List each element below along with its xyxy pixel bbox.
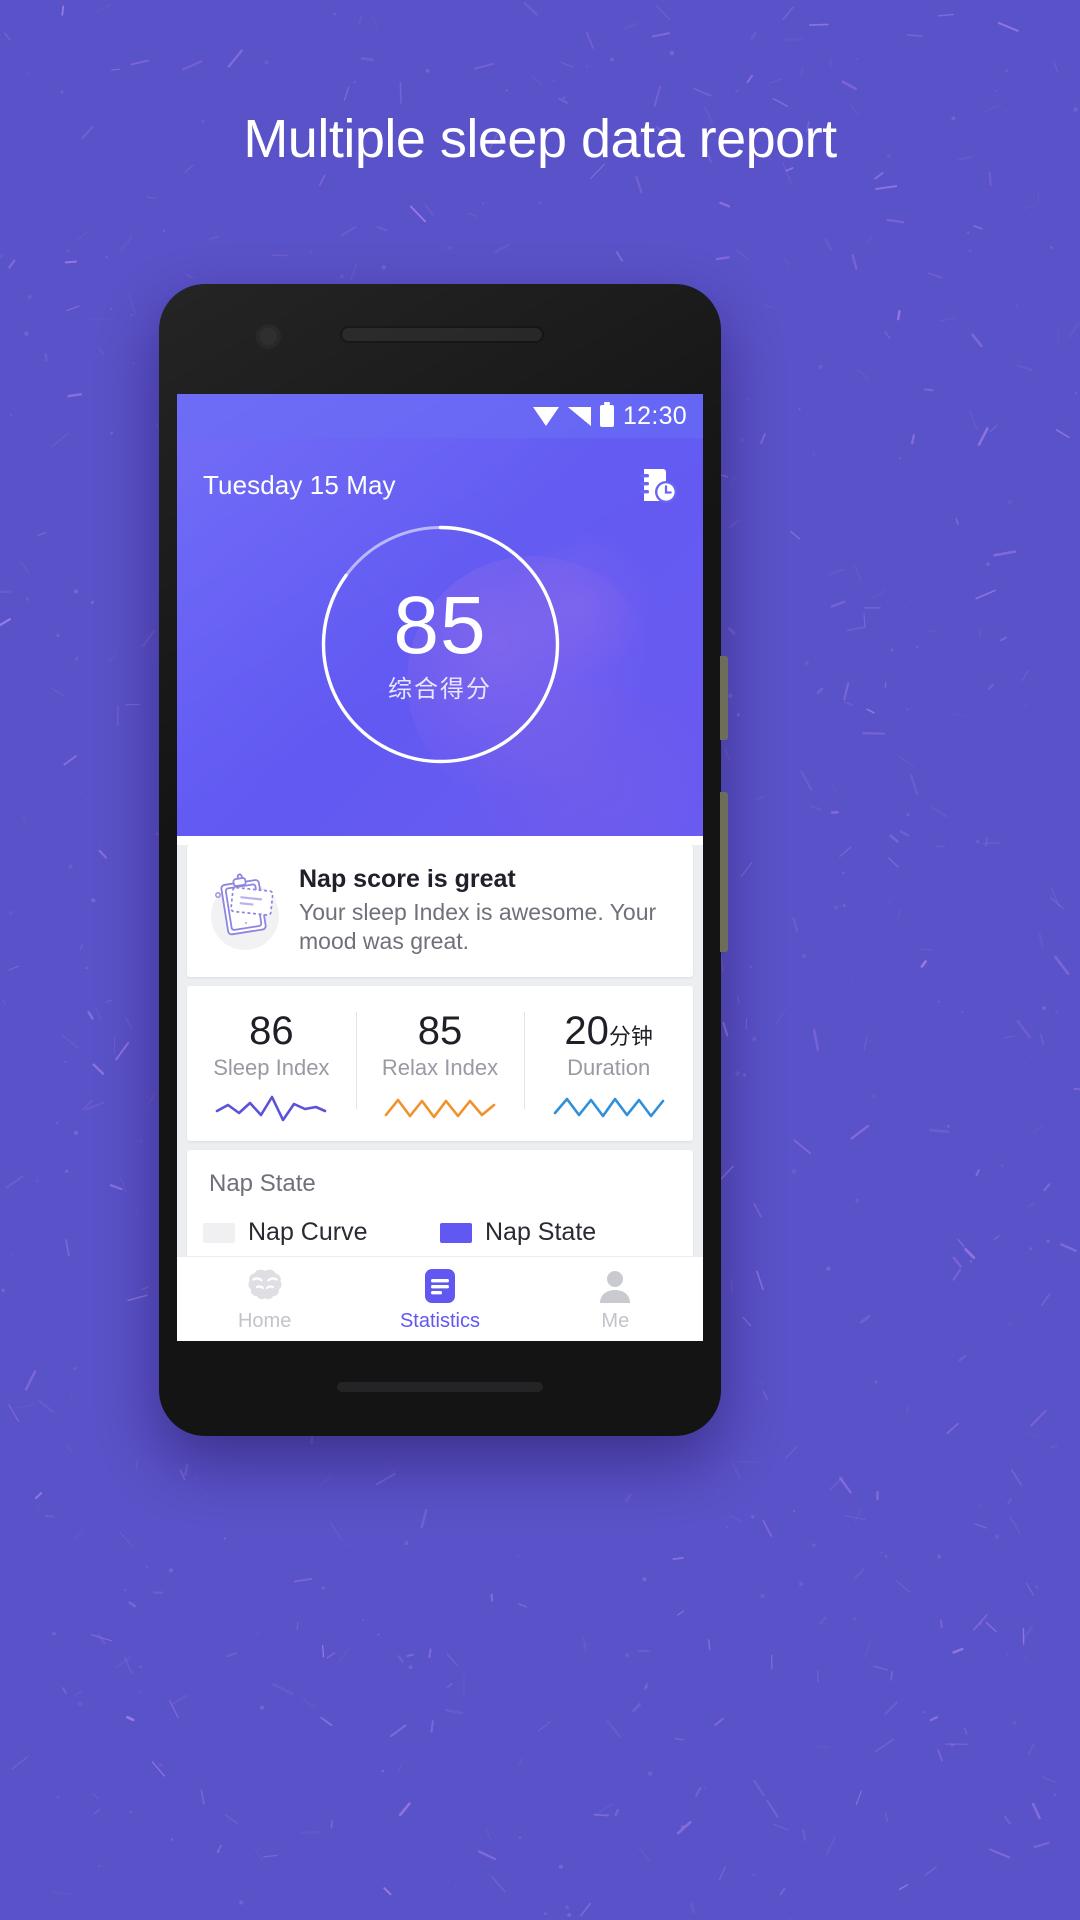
stat-sleep-index[interactable]: 86 Sleep Index [187,1010,356,1125]
nav-item-home[interactable]: Home [177,1257,352,1341]
stats-card: 86 Sleep Index 85 Relax Index 20分钟 Durat… [187,986,693,1142]
current-date: Tuesday 15 May [203,469,396,500]
stat-value: 85 [417,1009,463,1054]
volume-button[interactable] [720,656,728,740]
phone-device: 12:30 Tuesday 15 May 85 综合得分 Nap score i… [159,284,728,1436]
phone-screen: 12:30 Tuesday 15 May 85 综合得分 Nap score i… [177,394,703,1341]
front-camera [260,328,277,345]
promo-headline: Multiple sleep data report [243,109,837,169]
legend-item-nap-curve[interactable]: Nap Curve [203,1218,440,1247]
nav-item-statistics[interactable]: Statistics [352,1257,527,1341]
stat-relax-index[interactable]: 85 Relax Index [355,1009,525,1125]
legend-label: Nap Curve [248,1218,368,1247]
nav-item-me[interactable]: Me [528,1257,703,1341]
stat-value: 86 [249,1009,294,1054]
nav-label: Home [237,1309,292,1332]
power-button[interactable] [720,792,728,952]
relax-index-sparkline [384,1098,496,1119]
report-history-icon[interactable] [639,466,677,504]
battery-icon [599,402,614,427]
stat-label: Relax Index [381,1055,499,1081]
status-bar-time: 12:30 [622,401,687,430]
score-label: 综合得分 [388,675,492,703]
score-ring: 85 综合得分 [318,522,563,767]
nap-state-card: Nap State Nap Curve Nap State [187,1150,693,1270]
cards-container: Nap score is great Your sleep Index is a… [177,845,703,1270]
nap-card-title: Nap score is great [299,865,516,893]
sleep-index-sparkline [216,1095,327,1122]
stat-label: Duration [567,1055,651,1081]
stat-duration[interactable]: 20分钟 Duration [524,1010,693,1125]
document-icon [424,1268,455,1303]
nap-card-body: Your sleep Index is awesome. Your mood w… [299,899,657,954]
signal-icon [567,406,591,426]
clipboard-icon [205,870,285,951]
earpiece-speaker [340,326,544,343]
person-icon [600,1270,631,1303]
nav-label: Me [601,1309,630,1332]
legend-swatch [203,1222,235,1243]
bottom-speaker [337,1382,543,1392]
hero-header: Tuesday 15 May [177,438,703,504]
duration-sparkline [553,1097,664,1118]
stat-value: 20分钟 [564,1009,653,1054]
bottom-navigation: Home Statistics Me [177,1256,703,1341]
score-value: 85 [393,580,487,671]
stat-label: Sleep Index [213,1055,330,1081]
nav-label: Statistics [399,1309,480,1332]
nap-state-title: Nap State [209,1170,316,1198]
brain-icon [248,1269,282,1299]
status-bar: 12:30 [177,394,703,438]
stat-unit: 分钟 [608,1025,653,1051]
legend-item-nap-state[interactable]: Nap State [440,1218,677,1247]
legend-label: Nap State [485,1218,597,1247]
wifi-icon [532,406,559,426]
legend-swatch [440,1222,472,1243]
score-hero: Tuesday 15 May 85 综合得分 [177,438,703,836]
nap-score-card[interactable]: Nap score is great Your sleep Index is a… [187,845,693,978]
